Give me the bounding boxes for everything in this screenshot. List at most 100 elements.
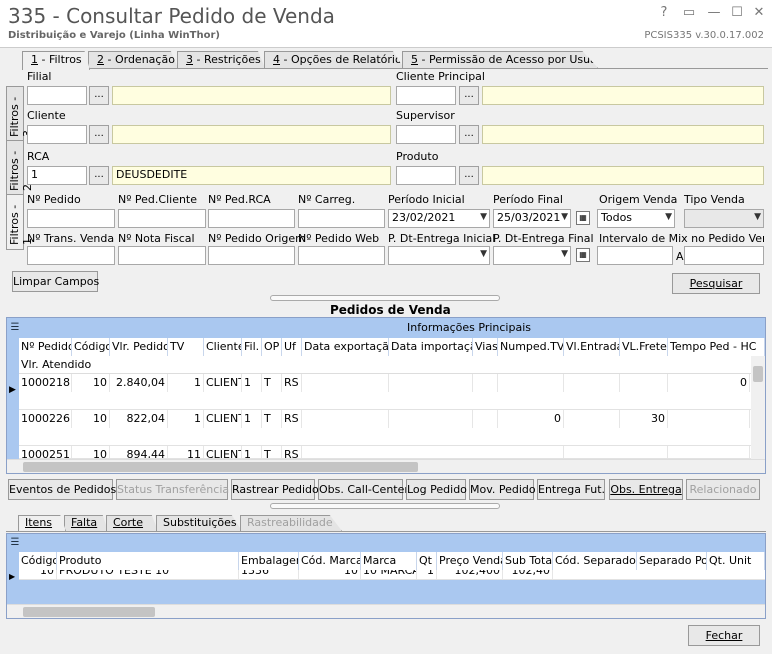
- restore-icon[interactable]: ▭: [680, 5, 698, 23]
- grid-options-icon[interactable]: ☰: [7, 534, 23, 552]
- cliente-lookup-button[interactable]: ...: [89, 125, 109, 144]
- col-vl-entrada[interactable]: Vl.Entrada: [564, 338, 620, 356]
- num-ped-rca-input[interactable]: [208, 209, 295, 228]
- fechar-button[interactable]: Fechar: [688, 625, 760, 646]
- col-vias[interactable]: Vias: [473, 338, 498, 356]
- scrollbar-thumb[interactable]: [23, 462, 418, 472]
- items-grid[interactable]: ☰ Código Produto Embalagem Cód. Marca Ma…: [6, 533, 766, 619]
- orders-grid[interactable]: ☰ Informações Principais Nº Pedido Códig…: [6, 317, 766, 474]
- supervisor-code-input[interactable]: [396, 125, 456, 144]
- scrollbar-thumb[interactable]: [23, 607, 155, 617]
- tab-corte[interactable]: Corte: [106, 515, 158, 531]
- help-icon[interactable]: ?: [655, 5, 673, 23]
- minimize-icon[interactable]: —: [705, 5, 723, 23]
- rca-code-input[interactable]: 1: [27, 166, 87, 185]
- periodo-inicial-input[interactable]: 23/02/2021 ▼: [388, 209, 490, 228]
- col-sub-total[interactable]: Sub Total: [503, 552, 553, 570]
- table-row[interactable]: 1000218 10 2.840,04 1 CLIENT 1 T RS 0: [19, 374, 765, 410]
- col-tv[interactable]: TV: [168, 338, 204, 356]
- cliente-principal-code-input[interactable]: [396, 86, 456, 105]
- rastrear-pedido-button[interactable]: Rastrear Pedido: [231, 479, 319, 500]
- intervalo-mix-to-input[interactable]: [684, 246, 764, 265]
- col-produto[interactable]: Produto: [57, 552, 239, 570]
- produto-lookup-button[interactable]: ...: [459, 166, 479, 185]
- produto-code-input[interactable]: [396, 166, 456, 185]
- filial-lookup-button[interactable]: ...: [89, 86, 109, 105]
- col-tempo-ped[interactable]: Tempo Ped - HC: [668, 338, 765, 356]
- chevron-down-icon[interactable]: ▼: [561, 212, 568, 222]
- chevron-down-icon[interactable]: ▼: [480, 212, 487, 222]
- tab-restricoes[interactable]: 3 - Restrições: [177, 51, 265, 68]
- table-row[interactable]: 1000251 10 894,44 11 CLIENT 1 T RS: [19, 446, 765, 459]
- num-pedido-web-input[interactable]: [298, 246, 385, 265]
- dt-entrega-inicial-input[interactable]: ▼: [388, 246, 490, 265]
- grid-options-icon[interactable]: ☰: [7, 318, 23, 338]
- eventos-pedidos-button[interactable]: Eventos de Pedidos: [8, 479, 116, 500]
- chevron-down-icon[interactable]: ▼: [480, 249, 487, 259]
- col-embalagem[interactable]: Embalagem: [239, 552, 299, 570]
- num-carreg-input[interactable]: [298, 209, 385, 228]
- col-vlr-pedido[interactable]: Vlr. Pedido: [110, 338, 168, 356]
- limpar-campos-button[interactable]: Limpar Campos: [12, 271, 99, 292]
- relacionado-button[interactable]: Relacionado: [686, 479, 760, 500]
- pesquisar-button[interactable]: Pesquisar: [672, 273, 760, 294]
- col-data-importacao[interactable]: Data importação: [389, 338, 473, 356]
- vertical-scrollbar[interactable]: [751, 356, 765, 459]
- close-icon[interactable]: ✕: [750, 5, 768, 23]
- tab-permissao-acesso[interactable]: 5 - Permissão de Acesso por Usuário: [402, 51, 598, 68]
- table-row[interactable]: 1000226 10 822,04 1 CLIENT 1 T RS 0 30: [19, 410, 765, 446]
- cliente-code-input[interactable]: [27, 125, 87, 144]
- origem-venda-select[interactable]: Todos ▼: [597, 209, 675, 228]
- col-separado-por[interactable]: Separado Por: [637, 552, 707, 570]
- cliente-principal-lookup-button[interactable]: ...: [459, 86, 479, 105]
- col-op[interactable]: OP: [262, 338, 282, 356]
- log-pedido-button[interactable]: Log Pedido: [406, 479, 467, 500]
- mov-pedido-button[interactable]: Mov. Pedido: [469, 479, 536, 500]
- col-qt-unit[interactable]: Qt. Unit: [707, 552, 765, 570]
- col-qt[interactable]: Qt: [417, 552, 437, 570]
- obs-call-center-button[interactable]: Obs. Call-Center: [318, 479, 409, 500]
- col-num-pedido[interactable]: Nº Pedido: [19, 338, 72, 356]
- side-tab-filtros-2[interactable]: Filtros - 2: [6, 140, 34, 196]
- col-cliente[interactable]: Cliente: [204, 338, 242, 356]
- table-row[interactable]: 10 PRODUTO TESTE 10 1336 10 10 MARCA 1 1…: [19, 570, 765, 580]
- maximize-icon[interactable]: ☐: [728, 5, 746, 23]
- col-data-exportacao[interactable]: Data exportação: [302, 338, 389, 356]
- side-tab-filtros-3[interactable]: Filtros - 3: [6, 86, 34, 142]
- tab-itens[interactable]: Itens: [18, 515, 66, 531]
- num-ped-cliente-input[interactable]: [118, 209, 206, 228]
- tab-substituicoes[interactable]: Substituições: [156, 515, 242, 531]
- tab-opcoes-relatorio[interactable]: 4 - Opções de Relatório: [264, 51, 404, 68]
- status-transferencia-button[interactable]: Status Transferência: [116, 479, 229, 500]
- intervalo-mix-from-input[interactable]: [597, 246, 673, 265]
- num-pedido-input[interactable]: [27, 209, 115, 228]
- tab-ordenacao[interactable]: 2 - Ordenação: [88, 51, 178, 68]
- splitter-handle[interactable]: [270, 295, 500, 301]
- col-cod-marca[interactable]: Cód. Marca: [299, 552, 361, 570]
- col-codigo[interactable]: Código: [19, 552, 57, 570]
- col-uf[interactable]: Uf: [282, 338, 302, 356]
- supervisor-lookup-button[interactable]: ...: [459, 125, 479, 144]
- filial-code-input[interactable]: [27, 86, 87, 105]
- num-trans-venda-input[interactable]: [27, 246, 115, 265]
- tab-filtros[interactable]: 1 - Filtros: [22, 51, 90, 70]
- num-nota-fiscal-input[interactable]: [118, 246, 206, 265]
- scrollbar-thumb[interactable]: [753, 366, 763, 382]
- num-pedido-origem-input[interactable]: [208, 246, 295, 265]
- tipo-venda-select[interactable]: ▼: [684, 209, 764, 228]
- splitter-handle[interactable]: [270, 503, 500, 509]
- periodo-final-input[interactable]: 25/03/2021 ▼: [493, 209, 571, 228]
- col-preco-venda[interactable]: Preço Venda: [437, 552, 503, 570]
- horizontal-scrollbar[interactable]: [7, 459, 765, 473]
- obs-entrega-button[interactable]: Obs. Entrega: [609, 479, 683, 500]
- col-numped-tv7[interactable]: Numped.TV7: [498, 338, 564, 356]
- entrega-fut-button[interactable]: Entrega Fut.: [537, 479, 605, 500]
- col-codigo[interactable]: Código: [72, 338, 110, 356]
- col-cod-separador[interactable]: Cód. Separador: [553, 552, 637, 570]
- dt-entrega-final-input[interactable]: ▼: [493, 246, 571, 265]
- side-tab-filtros-1[interactable]: Filtros - 1: [6, 194, 34, 250]
- col-marca[interactable]: Marca: [361, 552, 417, 570]
- rca-lookup-button[interactable]: ...: [89, 166, 109, 185]
- calendar-icon[interactable]: ▦: [576, 248, 590, 262]
- horizontal-scrollbar[interactable]: [7, 604, 765, 618]
